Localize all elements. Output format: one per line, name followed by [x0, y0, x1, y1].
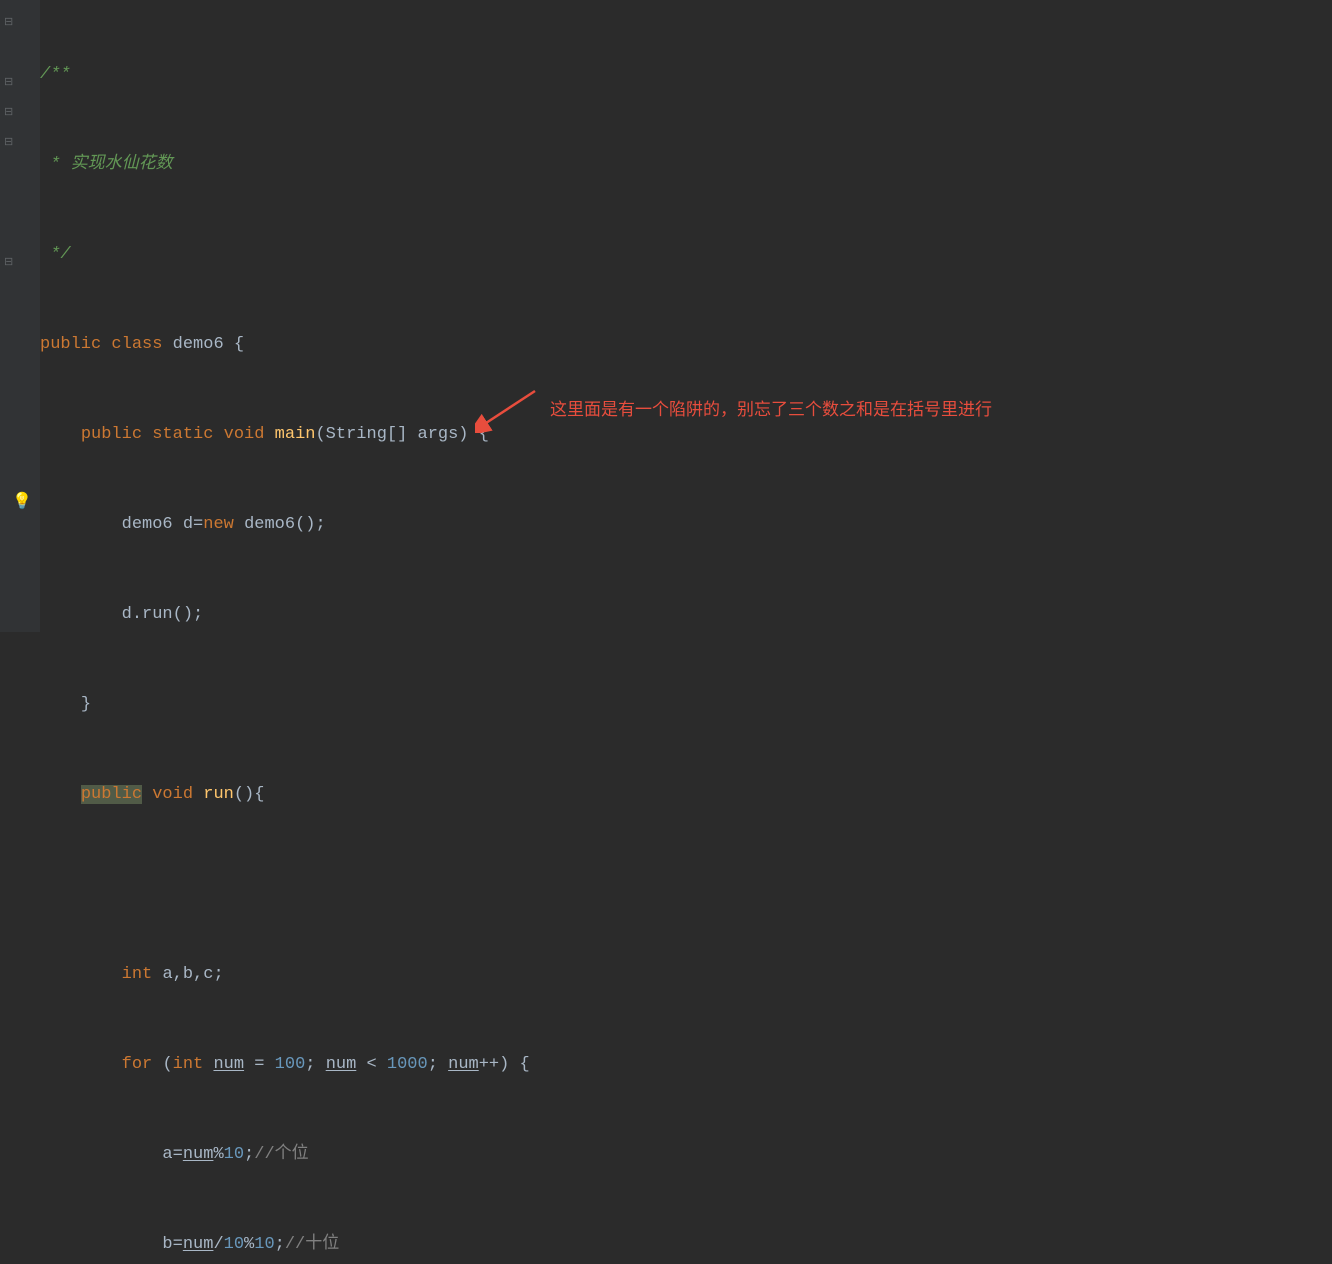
fold-icon[interactable]: ⊟ [4, 248, 13, 278]
number-literal: 100 [275, 1055, 306, 1074]
keyword-int: int [173, 1055, 214, 1074]
code-line[interactable]: int a,b,c; [40, 960, 1332, 990]
code-line[interactable]: demo6 d=new demo6(); [40, 510, 1332, 540]
code-line[interactable]: } [40, 690, 1332, 720]
keyword-new: new [203, 515, 244, 534]
doc-comment: * 实现水仙花数 [40, 155, 173, 174]
code-line[interactable]: b=num/10%10;//十位 [40, 1230, 1332, 1260]
keyword-for: for [122, 1055, 163, 1074]
line-comment: //十位 [285, 1235, 339, 1254]
code-line[interactable]: /** [40, 60, 1332, 90]
code-line[interactable]: * 实现水仙花数 [40, 150, 1332, 180]
number-literal: 10 [224, 1235, 244, 1254]
code-line[interactable]: a=num%10;//个位 [40, 1140, 1332, 1170]
fold-icon[interactable]: ⊟ [4, 68, 13, 98]
class-name: demo6 [173, 335, 234, 354]
line-comment: //个位 [254, 1145, 308, 1164]
variable-num: num [326, 1055, 357, 1074]
intention-bulb-icon[interactable]: 💡 [12, 487, 28, 503]
number-literal: 10 [224, 1145, 244, 1164]
code-line[interactable]: */ [40, 240, 1332, 270]
keyword-public: public [40, 335, 111, 354]
variable-num: num [213, 1055, 244, 1074]
keyword-void: void [152, 785, 203, 804]
number-literal: 10 [254, 1235, 274, 1254]
annotation-arrow-icon [475, 383, 545, 433]
doc-comment: /** [40, 65, 71, 84]
annotation-text: 这里面是有一个陷阱的，别忘了三个数之和是在括号里进行 [550, 395, 992, 425]
variable-num: num [448, 1055, 479, 1074]
code-area[interactable]: /** * 实现水仙花数 */ public class demo6 { pub… [40, 0, 1332, 632]
code-line[interactable] [40, 870, 1332, 900]
variable-num: num [183, 1235, 214, 1254]
keyword-public-highlighted: public [81, 785, 142, 804]
variable-num: num [183, 1145, 214, 1164]
method-name: run [203, 785, 234, 804]
keyword-class: class [111, 335, 172, 354]
keyword-static: static [152, 425, 223, 444]
fold-icon[interactable]: ⊟ [4, 128, 13, 158]
code-line[interactable]: d.run(); [40, 600, 1332, 630]
keyword-int: int [122, 965, 163, 984]
code-line[interactable]: public class demo6 { [40, 330, 1332, 360]
keyword-void: void [224, 425, 275, 444]
gutter: ⊟ ⊟ ⊟ ⊟ ⊟ 💡 [0, 0, 40, 632]
fold-icon[interactable]: ⊟ [4, 98, 13, 128]
fold-icon[interactable]: ⊟ [4, 8, 13, 38]
code-line[interactable]: public void run(){ [40, 780, 1332, 810]
keyword-public: public [81, 425, 152, 444]
method-name: main [275, 425, 316, 444]
code-line[interactable]: for (int num = 100; num < 1000; num++) { [40, 1050, 1332, 1080]
doc-comment: */ [40, 245, 71, 264]
code-editor[interactable]: ⊟ ⊟ ⊟ ⊟ ⊟ 💡 /** * 实现水仙花数 */ public class… [0, 0, 1332, 632]
number-literal: 1000 [387, 1055, 428, 1074]
